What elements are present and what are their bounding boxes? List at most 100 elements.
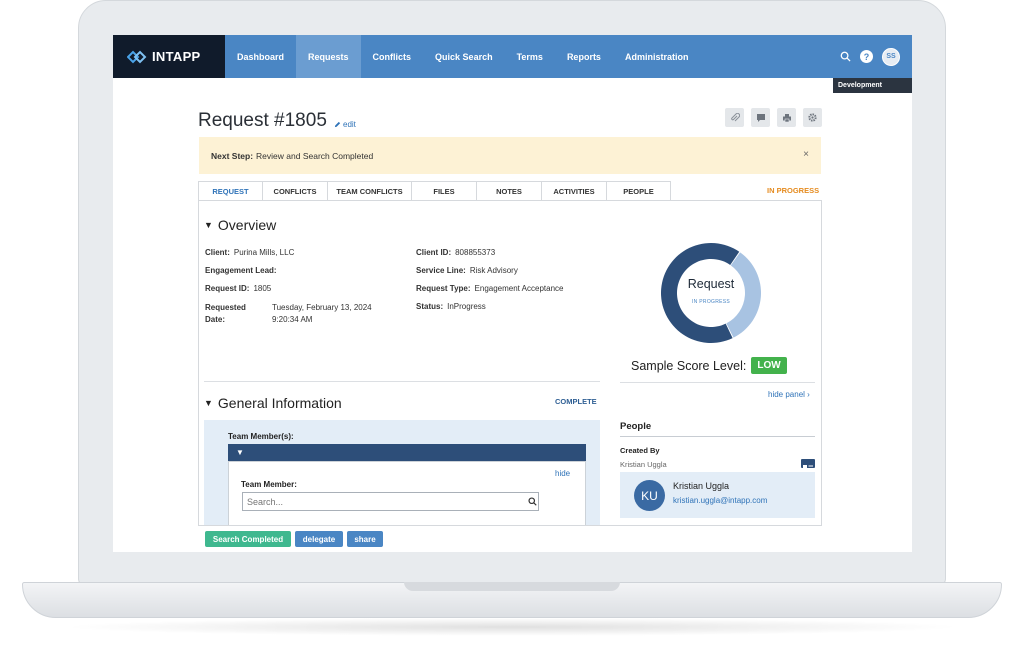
- team-member-search-input[interactable]: [242, 492, 539, 511]
- request-id-value: 1805: [253, 284, 272, 293]
- id-card-icon: [803, 465, 813, 470]
- collapse-triangle-icon: ▼: [204, 398, 213, 408]
- nav-item-terms[interactable]: Terms: [505, 35, 555, 78]
- close-icon[interactable]: ×: [803, 149, 809, 160]
- donut-segment-0: [726, 252, 761, 338]
- top-navigation: INTAPP Dashboard Requests Conflicts Quic…: [113, 35, 912, 78]
- section-divider: [204, 381, 600, 382]
- request-id-label: Request ID:: [205, 284, 250, 293]
- contact-card-icon[interactable]: [801, 459, 815, 470]
- people-title: People: [620, 421, 652, 432]
- edit-label: edit: [343, 120, 356, 129]
- tab-conflicts[interactable]: CONFLICTS: [263, 181, 328, 201]
- nav-item-quick-search[interactable]: Quick Search: [423, 35, 505, 78]
- request-type-value: Engagement Acceptance: [474, 284, 564, 293]
- status-field-value: InProgress: [447, 302, 486, 311]
- requested-date-label: Requested Date:: [205, 302, 250, 326]
- status-field-label: Status:: [416, 302, 444, 311]
- nav-item-requests[interactable]: Requests: [296, 35, 361, 78]
- edit-link[interactable]: edit: [334, 120, 356, 129]
- laptop-shadow: [60, 618, 964, 636]
- search-icon[interactable]: [840, 51, 851, 62]
- hide-link[interactable]: hide: [555, 469, 570, 478]
- person-avatar: KU: [634, 480, 665, 511]
- score-label: Sample Score Level:: [631, 358, 747, 373]
- request-type-field: Request Type: Engagement Acceptance: [416, 284, 563, 293]
- client-field: Client: Purina Mills, LLC: [205, 248, 294, 257]
- delegate-button[interactable]: delegate: [295, 531, 343, 547]
- client-id-value: 808855373: [455, 248, 496, 257]
- request-tabs: REQUEST CONFLICTS TEAM CONFLICTS FILES N…: [198, 181, 671, 201]
- collapse-triangle-icon: ▼: [204, 220, 213, 230]
- score-level: Sample Score Level: LOW: [631, 357, 787, 374]
- share-button[interactable]: share: [347, 531, 383, 547]
- donut-segment-1: [661, 243, 740, 343]
- team-member-label: Team Member:: [241, 480, 297, 489]
- search-icon[interactable]: [528, 497, 537, 506]
- app-screen: INTAPP Dashboard Requests Conflicts Quic…: [113, 35, 912, 552]
- search-completed-button[interactable]: Search Completed: [205, 531, 291, 547]
- nav-item-conflicts[interactable]: Conflicts: [361, 35, 424, 78]
- pencil-icon: [334, 121, 341, 128]
- next-step-banner: Next Step: Review and Search Completed ×: [199, 137, 821, 174]
- page-toolbar: [725, 108, 822, 127]
- settings-button[interactable]: [803, 108, 822, 127]
- donut-subtitle: IN PROGRESS: [691, 299, 731, 305]
- service-line-label: Service Line:: [416, 266, 466, 275]
- requested-date-value: Tuesday, February 13, 2024 9:20:34 AM: [272, 302, 372, 326]
- requested-date-label-line1: Requested: [205, 303, 246, 312]
- panel-divider: [620, 382, 815, 383]
- next-step-text: Review and Search Completed: [256, 150, 374, 161]
- page-title: Request #1805: [198, 110, 327, 131]
- request-progress-donut: Request IN PROGRESS: [659, 241, 763, 345]
- team-members-label: Team Member(s):: [228, 432, 294, 441]
- nav-menu: Dashboard Requests Conflicts Quick Searc…: [225, 35, 700, 78]
- client-id-label: Client ID:: [416, 248, 452, 257]
- hide-panel-link[interactable]: hide panel ›: [768, 390, 810, 399]
- intapp-logo-icon: [127, 50, 147, 63]
- help-icon[interactable]: ?: [860, 50, 873, 63]
- comment-icon: [756, 113, 765, 122]
- complete-status-label: COMPLETE: [555, 397, 597, 406]
- request-status-label: IN PROGRESS: [767, 186, 820, 195]
- nav-item-dashboard[interactable]: Dashboard: [225, 35, 296, 78]
- score-badge: LOW: [751, 357, 787, 374]
- request-id-field: Request ID: 1805: [205, 284, 271, 293]
- paperclip-icon: [730, 112, 740, 121]
- general-info-section-title[interactable]: ▼ General Information: [204, 395, 342, 411]
- donut-title: Request: [687, 277, 735, 291]
- tab-activities[interactable]: ACTIVITIES: [542, 181, 607, 201]
- tab-files[interactable]: FILES: [412, 181, 477, 201]
- comment-button[interactable]: [751, 108, 770, 127]
- client-label: Client:: [205, 248, 230, 257]
- overview-title: Overview: [217, 217, 277, 233]
- tab-team-conflicts[interactable]: TEAM CONFLICTS: [328, 181, 412, 201]
- environment-badge: Development: [833, 78, 912, 93]
- overview-section-title[interactable]: ▼ Overview: [204, 217, 276, 233]
- engagement-lead-label: Engagement Lead:: [205, 266, 277, 275]
- user-avatar[interactable]: SS: [882, 47, 900, 66]
- engagement-lead-field: Engagement Lead:: [205, 266, 281, 275]
- team-members-header[interactable]: ▼: [228, 444, 586, 461]
- people-divider: [620, 436, 815, 437]
- tab-notes[interactable]: NOTES: [477, 181, 542, 201]
- person-email-link[interactable]: kristian.uggla@intapp.com: [673, 496, 767, 505]
- requested-date-value-line2: 9:20:34 AM: [272, 315, 313, 324]
- printer-icon: [782, 113, 791, 122]
- created-by-label: Created By: [620, 446, 660, 455]
- tab-request[interactable]: REQUEST: [198, 181, 263, 201]
- nav-item-administration[interactable]: Administration: [613, 35, 701, 78]
- service-line-field: Service Line: Risk Advisory: [416, 266, 518, 275]
- client-value: Purina Mills, LLC: [233, 248, 295, 257]
- gear-icon: [808, 113, 817, 122]
- person-name: Kristian Uggla: [673, 481, 730, 491]
- request-type-label: Request Type:: [416, 284, 471, 293]
- attach-button[interactable]: [725, 108, 744, 127]
- status-field: Status: InProgress: [416, 302, 486, 311]
- nav-item-reports[interactable]: Reports: [555, 35, 613, 78]
- brand-logo[interactable]: INTAPP: [113, 35, 225, 78]
- next-step-prefix: Next Step:: [211, 150, 254, 161]
- print-button[interactable]: [777, 108, 796, 127]
- laptop-notch: [404, 582, 620, 591]
- tab-people[interactable]: PEOPLE: [607, 181, 671, 201]
